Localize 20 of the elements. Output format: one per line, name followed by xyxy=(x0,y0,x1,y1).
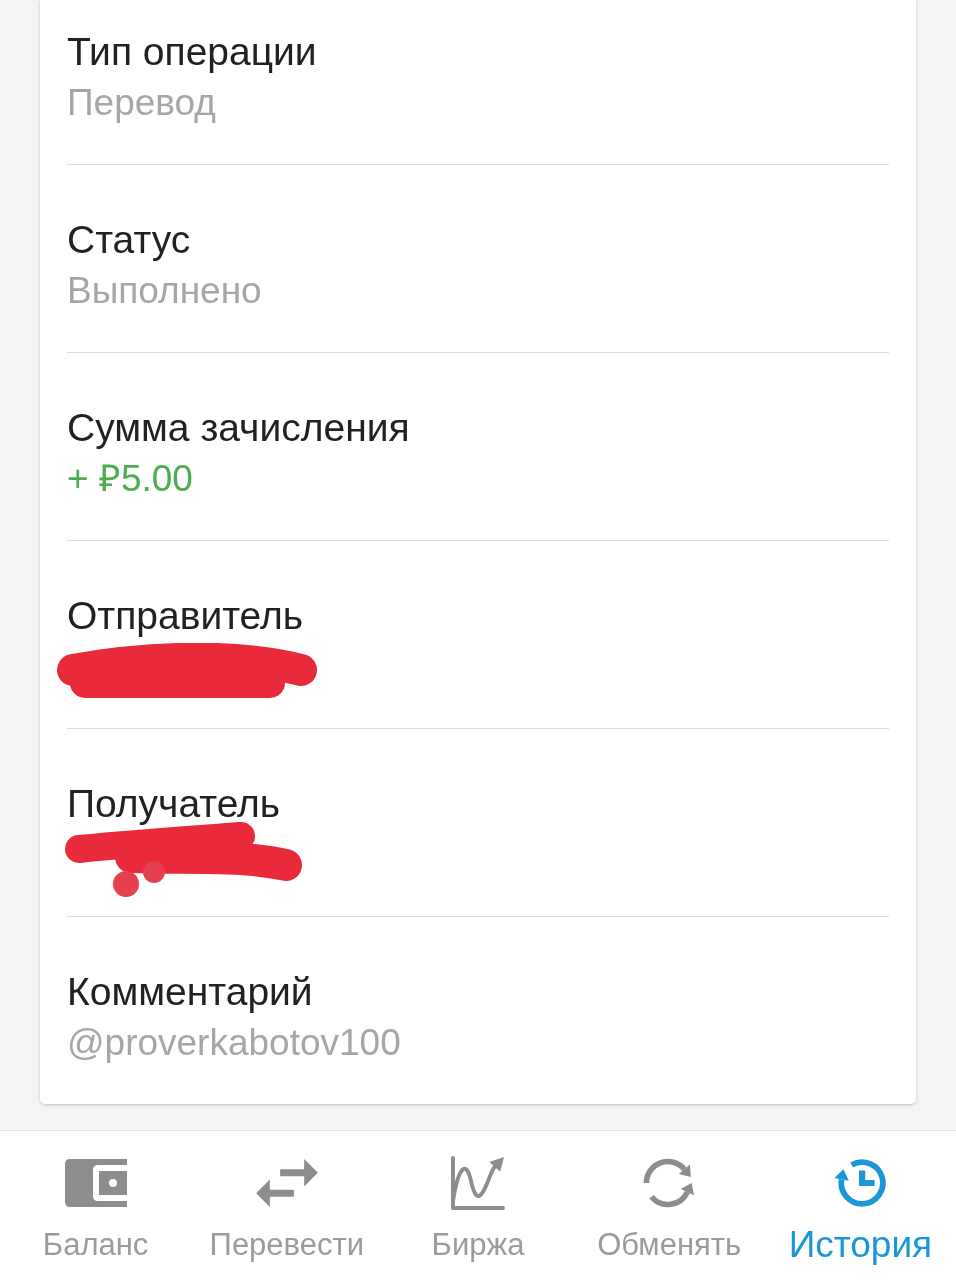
nav-tab[interactable]: Перевести xyxy=(209,1131,364,1263)
wallet-icon xyxy=(64,1159,127,1207)
field-value: Выполнено xyxy=(67,269,262,313)
transfer-arrows-icon xyxy=(255,1159,318,1207)
nav-tab[interactable]: История xyxy=(788,1131,933,1263)
nav-tab[interactable]: Обменять xyxy=(597,1131,742,1263)
field-value: Перевод xyxy=(67,81,216,125)
field-label: Комментарий xyxy=(67,969,313,1015)
chart-icon xyxy=(450,1154,506,1212)
amount-value: + ₽5.00 xyxy=(67,457,193,501)
field-label: Статус xyxy=(67,217,191,263)
nav-tab[interactable]: Биржа xyxy=(431,1131,525,1263)
nav-tab[interactable]: Баланс xyxy=(42,1131,149,1263)
refresh-icon xyxy=(643,1158,696,1208)
history-icon xyxy=(834,1158,887,1208)
field-value: @proverkabotov100 xyxy=(67,1021,401,1065)
field-label: Отправитель xyxy=(67,593,304,639)
field-label: Тип операции xyxy=(67,29,317,75)
field-label: Получатель xyxy=(67,781,281,827)
field-label: Сумма зачисления xyxy=(67,405,410,451)
